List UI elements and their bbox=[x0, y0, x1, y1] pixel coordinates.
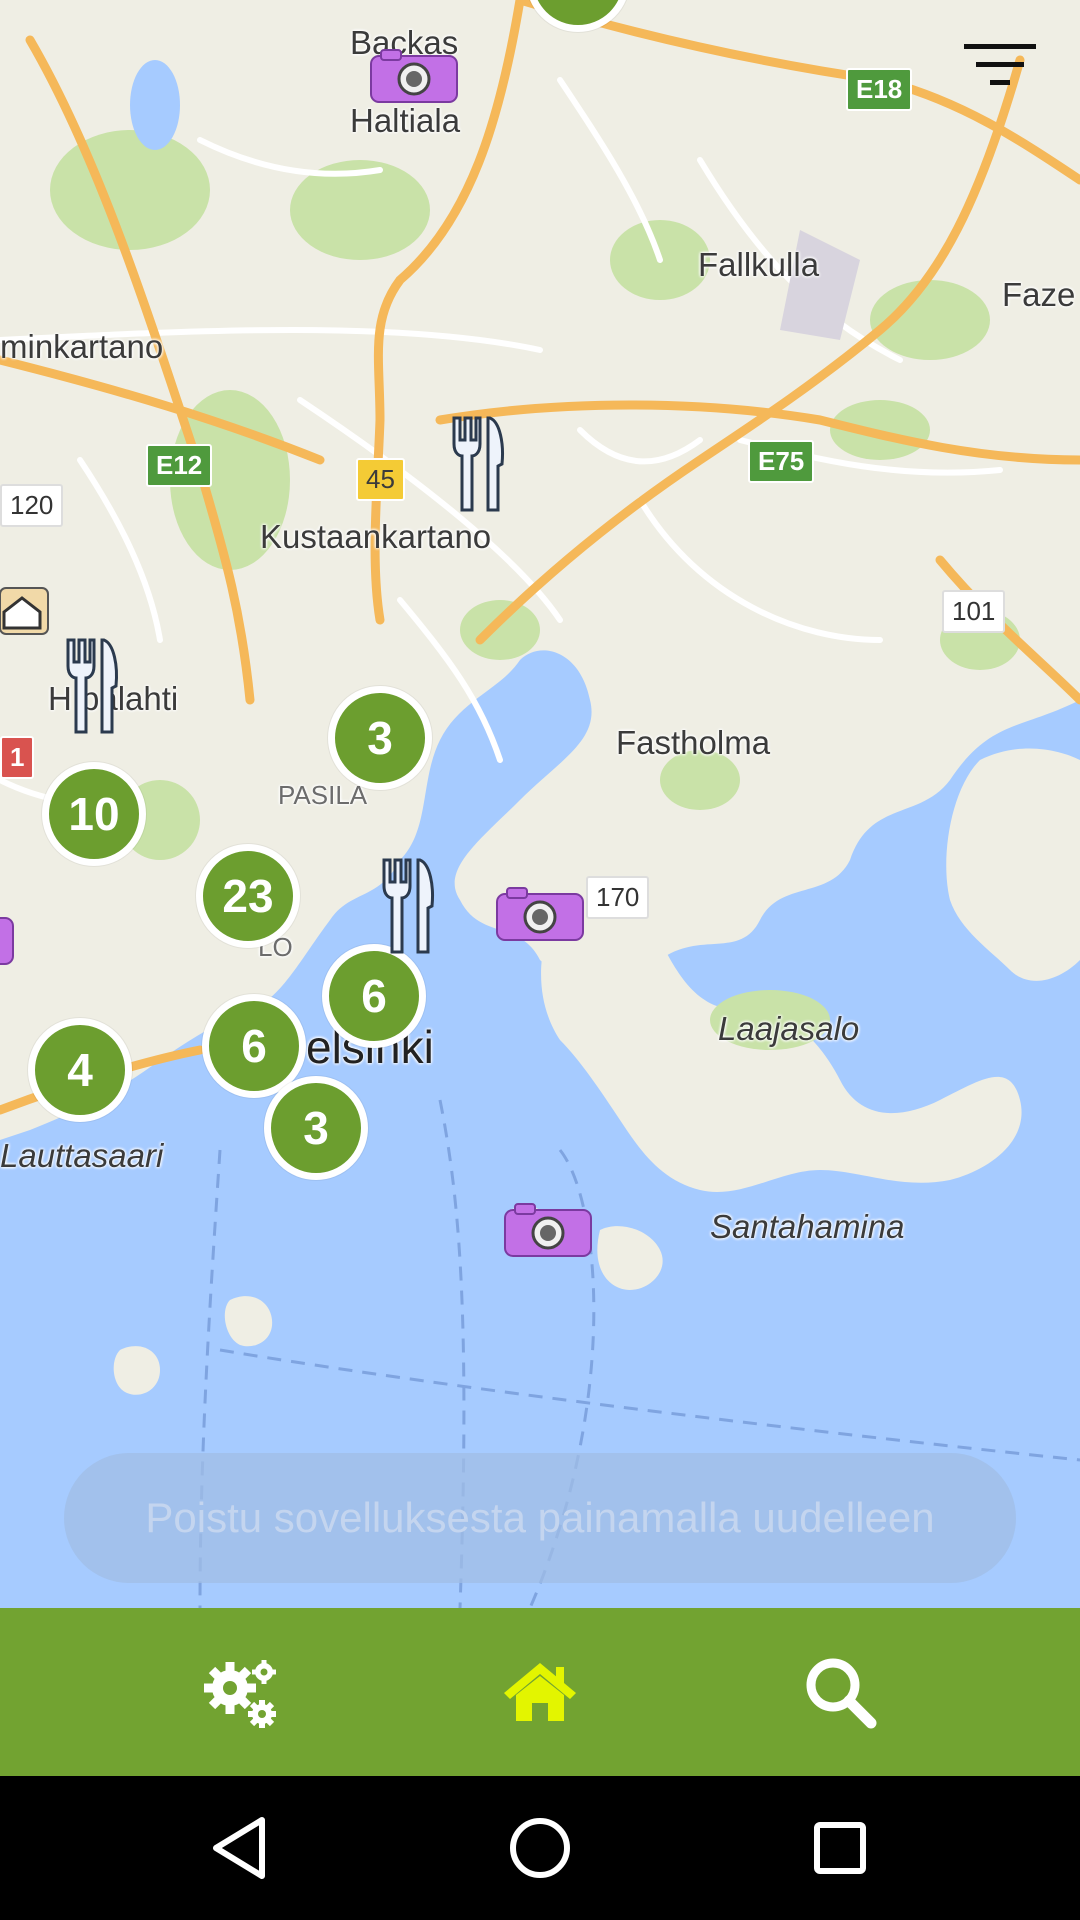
map-base bbox=[0, 0, 1080, 1608]
camera-icon[interactable] bbox=[495, 886, 585, 942]
system-nav-bar bbox=[0, 1776, 1080, 1920]
place-label-fallkulla: Fallkulla bbox=[698, 246, 820, 283]
search-icon bbox=[806, 1658, 877, 1729]
home-icon[interactable] bbox=[0, 584, 50, 638]
map-cluster[interactable]: 4 bbox=[28, 1018, 132, 1122]
road-shield-e75: E75 bbox=[748, 440, 815, 483]
home-icon bbox=[504, 1663, 576, 1721]
map-cluster[interactable]: 6 bbox=[322, 944, 426, 1048]
back-icon bbox=[213, 1817, 265, 1879]
place-label-santahamina: Santahamina bbox=[710, 1208, 905, 1245]
road-shield-120: 120 bbox=[0, 484, 64, 527]
tab-search[interactable] bbox=[740, 1608, 940, 1776]
filter-icon[interactable] bbox=[960, 36, 1040, 96]
back-button[interactable] bbox=[150, 1776, 330, 1920]
place-label-fastholma: Fastholma bbox=[616, 724, 771, 761]
place-label-faze: Faze bbox=[1002, 276, 1076, 313]
place-label-lauttasaari: Lauttasaari bbox=[0, 1137, 164, 1174]
place-label-kustaankartano: Kustaankartano bbox=[260, 518, 492, 555]
map-cluster[interactable]: 3 bbox=[328, 686, 432, 790]
place-label-pasila: PASILA bbox=[278, 780, 368, 810]
restaurant-icon[interactable] bbox=[60, 636, 124, 736]
place-label-laajasalo: Laajasalo bbox=[718, 1010, 860, 1047]
road-shield-1: 1 bbox=[0, 736, 35, 779]
tab-settings[interactable] bbox=[140, 1608, 340, 1776]
road-shield-101: 101 bbox=[942, 590, 1006, 633]
exit-toast: Poistu sovelluksesta painamalla uudellee… bbox=[64, 1453, 1016, 1583]
bottom-app-bar bbox=[0, 1608, 1080, 1776]
map-view[interactable]: Backas Haltiala Fallkulla Faze minkartan… bbox=[0, 0, 1080, 1608]
place-label-haltiala: Haltiala bbox=[350, 102, 461, 139]
camera-icon[interactable] bbox=[0, 910, 15, 966]
recents-button[interactable] bbox=[750, 1776, 930, 1920]
restaurant-icon[interactable] bbox=[446, 414, 510, 514]
gears-icon bbox=[204, 1660, 276, 1728]
road-shield-e18: E18 bbox=[846, 68, 913, 111]
camera-icon[interactable] bbox=[503, 1202, 593, 1258]
map-cluster[interactable]: 10 bbox=[42, 762, 146, 866]
road-shield-45: 45 bbox=[356, 458, 405, 501]
home-button[interactable] bbox=[450, 1776, 630, 1920]
camera-icon[interactable] bbox=[369, 48, 459, 104]
circle-home-icon bbox=[510, 1818, 570, 1878]
square-recents-icon bbox=[814, 1822, 866, 1874]
place-label-minkartano: minkartano bbox=[0, 328, 164, 365]
road-shield-170: 170 bbox=[586, 876, 650, 919]
map-cluster[interactable]: 3 bbox=[264, 1076, 368, 1180]
map-cluster[interactable]: 23 bbox=[196, 844, 300, 948]
tab-home[interactable] bbox=[440, 1608, 640, 1776]
road-shield-e12: E12 bbox=[146, 444, 213, 487]
restaurant-icon[interactable] bbox=[376, 856, 440, 956]
